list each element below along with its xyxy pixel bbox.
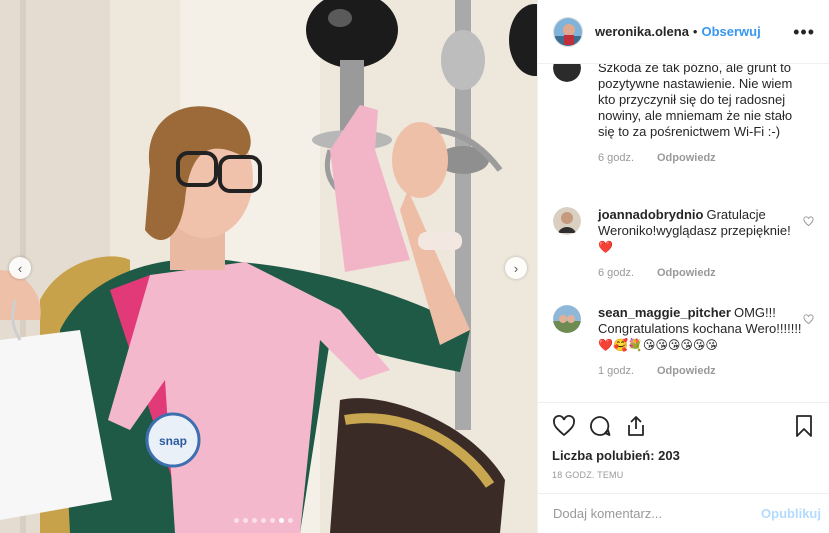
comment-meta: 1 godz. Odpowiedz bbox=[598, 365, 818, 377]
comment-avatar[interactable] bbox=[553, 305, 581, 333]
comment-meta: 6 godz. Odpowiedz bbox=[598, 267, 818, 279]
reply-button[interactable]: Odpowiedz bbox=[657, 365, 716, 377]
comment-input[interactable] bbox=[553, 506, 762, 521]
action-icons-row bbox=[552, 411, 816, 441]
carousel-dot[interactable] bbox=[261, 518, 266, 523]
comment-text: Szkoda że tak późno, ale grunt to pozyty… bbox=[598, 64, 793, 139]
comment-avatar[interactable] bbox=[553, 207, 581, 235]
post-side-panel: weronika.olena • Obserwuj ••• Szkoda że … bbox=[537, 0, 829, 533]
heart-emoji: ❤️ bbox=[598, 240, 613, 254]
comment-item: sean_maggie_pitcher OMG!!! Congratulation… bbox=[553, 305, 818, 377]
comment-bubble-icon[interactable] bbox=[588, 414, 612, 438]
post-photo[interactable]: snap ‹ › bbox=[0, 0, 537, 533]
author-username[interactable]: weronika.olena bbox=[595, 24, 689, 39]
reply-button[interactable]: Odpowiedz bbox=[657, 267, 716, 279]
emoji-sequence: ❤️🥰💐😘😘😘😘😘😘 bbox=[598, 338, 718, 352]
carousel-dot[interactable] bbox=[234, 518, 239, 523]
post-actions: Liczba polubień: 203 18 GODZ. TEMU bbox=[538, 402, 829, 480]
comment-avatar[interactable] bbox=[553, 64, 581, 82]
likes-count[interactable]: Liczba polubień: 203 bbox=[552, 448, 816, 463]
svg-text:snap: snap bbox=[159, 434, 187, 448]
comment-time[interactable]: 1 godz. bbox=[598, 365, 657, 377]
chevron-right-icon: › bbox=[513, 260, 519, 276]
photo-illustration: snap bbox=[0, 0, 537, 533]
more-options-icon[interactable]: ••• bbox=[793, 23, 815, 41]
bookmark-icon[interactable] bbox=[792, 414, 816, 438]
carousel-dot[interactable] bbox=[252, 518, 257, 523]
add-comment-bar: Opublikuj bbox=[538, 493, 829, 533]
carousel-dot[interactable] bbox=[270, 518, 275, 523]
carousel-prev-button[interactable]: ‹ bbox=[9, 257, 31, 279]
chevron-left-icon: ‹ bbox=[17, 260, 23, 276]
author-avatar[interactable] bbox=[553, 16, 583, 47]
like-comment-heart-icon[interactable] bbox=[803, 314, 814, 325]
comment-item: Szkoda że tak późno, ale grunt to pozyty… bbox=[553, 64, 818, 164]
post-header: weronika.olena • Obserwuj ••• bbox=[538, 0, 829, 64]
comment-meta: 6 godz. Odpowiedz bbox=[598, 152, 818, 164]
carousel-dot-active[interactable] bbox=[279, 518, 284, 523]
carousel-dot[interactable] bbox=[288, 518, 293, 523]
post-timestamp[interactable]: 18 GODZ. TEMU bbox=[552, 470, 816, 480]
header-separator: • bbox=[692, 24, 698, 39]
carousel-dot[interactable] bbox=[243, 518, 248, 523]
follow-button[interactable]: Obserwuj bbox=[701, 24, 760, 39]
comments-list[interactable]: Szkoda że tak późno, ale grunt to pozyty… bbox=[538, 64, 829, 402]
comment-username[interactable]: sean_maggie_pitcher bbox=[598, 305, 731, 320]
carousel-dots bbox=[234, 518, 293, 523]
comment-text: sean_maggie_pitcher OMG!!! Congratulation… bbox=[598, 305, 803, 353]
publish-button[interactable]: Opublikuj bbox=[761, 506, 821, 521]
comment-time[interactable]: 6 godz. bbox=[598, 152, 657, 164]
comment-time[interactable]: 6 godz. bbox=[598, 267, 657, 279]
comment-username[interactable]: joannadobrydnio bbox=[598, 207, 703, 222]
carousel-next-button[interactable]: › bbox=[505, 257, 527, 279]
comment-text: joannadobrydnio Gratulacje Weroniko!wyglą… bbox=[598, 207, 803, 255]
comment-item: joannadobrydnio Gratulacje Weroniko!wyglą… bbox=[553, 207, 818, 279]
like-comment-heart-icon[interactable] bbox=[803, 216, 814, 227]
reply-button[interactable]: Odpowiedz bbox=[657, 152, 716, 164]
share-icon[interactable] bbox=[624, 414, 648, 438]
like-heart-icon[interactable] bbox=[552, 414, 576, 438]
